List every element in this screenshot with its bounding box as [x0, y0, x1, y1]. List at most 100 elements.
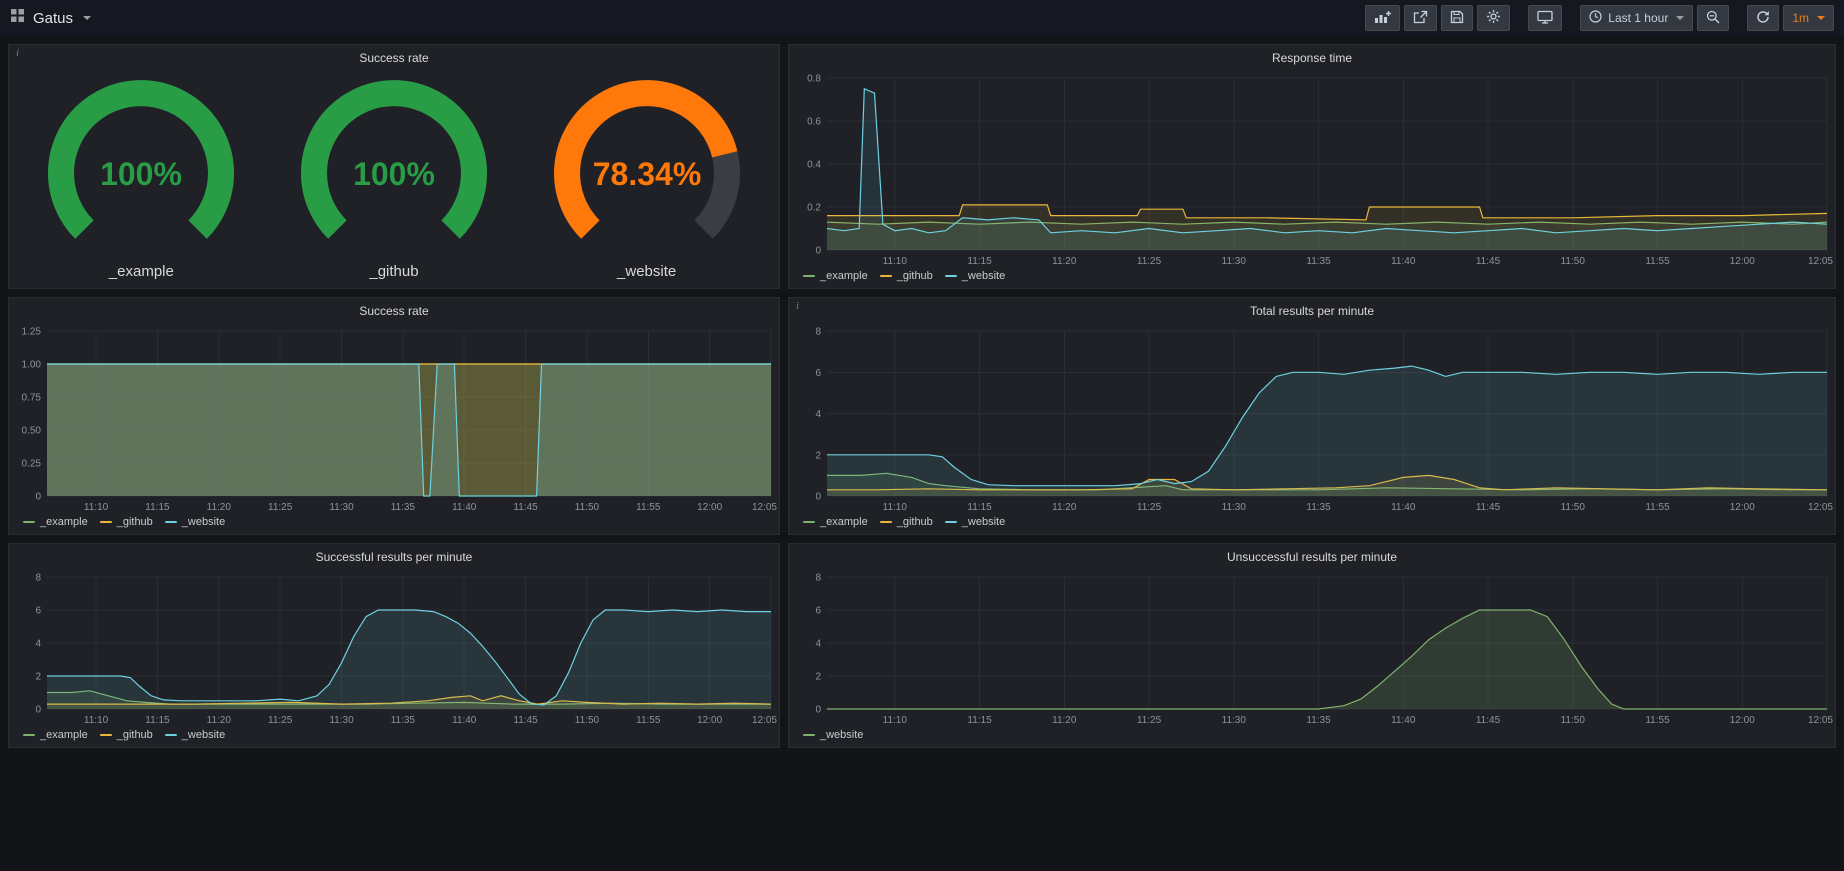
legend-item-_github[interactable]: _github	[100, 516, 153, 528]
svg-text:0: 0	[815, 246, 821, 257]
svg-text:12:05: 12:05	[1808, 715, 1833, 726]
legend-item-_website[interactable]: _website	[945, 516, 1005, 528]
svg-text:11:45: 11:45	[1476, 502, 1501, 513]
panel-info-icon[interactable]: i	[16, 47, 19, 59]
legend-item-_github[interactable]: _github	[880, 270, 933, 282]
dashboard-title-menu[interactable]: Gatus	[10, 8, 91, 28]
legend-color-swatch	[165, 521, 177, 523]
legend-label: _website	[182, 729, 225, 741]
share-button[interactable]	[1404, 5, 1437, 31]
legend-item-_example[interactable]: _example	[23, 516, 88, 528]
panel-title[interactable]: Total results per minute	[789, 298, 1835, 323]
panel-title[interactable]: Successful results per minute	[9, 544, 779, 569]
gauge-label: _example	[109, 263, 174, 280]
legend-label: _example	[40, 729, 88, 741]
time-series-chart[interactable]: 0246811:1011:1511:2011:2511:3011:3511:40…	[9, 569, 779, 727]
svg-text:11:55: 11:55	[636, 715, 661, 726]
svg-text:11:55: 11:55	[636, 502, 661, 513]
legend-item-_github[interactable]: _github	[100, 729, 153, 741]
svg-text:12:00: 12:00	[1730, 256, 1755, 267]
svg-text:12:00: 12:00	[1730, 502, 1755, 513]
legend-item-_website[interactable]: _website	[945, 270, 1005, 282]
panel-response-time: Response time 00.20.40.60.811:1011:1511:…	[788, 44, 1836, 289]
svg-text:0.6: 0.6	[807, 117, 821, 128]
svg-text:11:40: 11:40	[452, 715, 477, 726]
chart-legend: _example _github _website	[9, 514, 779, 534]
svg-text:11:30: 11:30	[329, 715, 354, 726]
svg-text:11:35: 11:35	[1306, 502, 1331, 513]
legend-item-_example[interactable]: _example	[803, 516, 868, 528]
settings-button[interactable]	[1477, 5, 1510, 31]
svg-text:6: 6	[35, 606, 41, 617]
svg-text:6: 6	[815, 606, 821, 617]
tv-mode-button[interactable]	[1528, 5, 1562, 31]
time-series-chart[interactable]: 00.250.500.751.001.2511:1011:1511:2011:2…	[9, 323, 779, 514]
refresh-icon	[1756, 10, 1770, 27]
svg-text:11:15: 11:15	[145, 715, 170, 726]
chart-svg: 0246811:1011:1511:2011:2511:3011:3511:40…	[789, 323, 1835, 514]
svg-text:11:35: 11:35	[1306, 256, 1331, 267]
chart-legend: _website	[789, 727, 1835, 747]
legend-item-_example[interactable]: _example	[803, 270, 868, 282]
legend-color-swatch	[880, 521, 892, 523]
svg-text:11:15: 11:15	[967, 256, 992, 267]
panel-info-icon[interactable]: i	[796, 300, 799, 312]
add-panel-button[interactable]	[1365, 5, 1400, 31]
svg-text:11:40: 11:40	[1391, 256, 1416, 267]
chart-legend: _example _github _website	[9, 727, 779, 747]
svg-text:11:20: 11:20	[1052, 256, 1077, 267]
svg-text:11:45: 11:45	[513, 715, 538, 726]
panel-title[interactable]: Success rate	[9, 45, 779, 70]
clock-icon	[1589, 10, 1602, 26]
panel-success-rate-gauges: i Success rate 100%_example100%_github78…	[8, 44, 780, 289]
legend-item-_example[interactable]: _example	[23, 729, 88, 741]
svg-text:0.8: 0.8	[807, 74, 821, 85]
time-range-label: Last 1 hour	[1608, 11, 1668, 25]
legend-item-_github[interactable]: _github	[880, 516, 933, 528]
svg-text:11:45: 11:45	[513, 502, 538, 513]
monitor-icon	[1537, 10, 1553, 27]
navbar-actions: Last 1 hour 1m	[1365, 5, 1834, 31]
legend-item-_website[interactable]: _website	[803, 729, 863, 741]
gear-icon	[1486, 9, 1501, 27]
svg-text:11:20: 11:20	[1052, 715, 1077, 726]
zoom-out-icon	[1706, 10, 1720, 27]
chart-svg: 0246811:1011:1511:2011:2511:3011:3511:40…	[9, 569, 779, 727]
svg-text:6: 6	[815, 368, 821, 379]
svg-text:11:55: 11:55	[1645, 256, 1670, 267]
save-button[interactable]	[1441, 5, 1473, 31]
legend-label: _example	[820, 516, 868, 528]
svg-text:4: 4	[35, 639, 41, 650]
svg-text:11:25: 11:25	[1137, 502, 1162, 513]
panel-title[interactable]: Success rate	[9, 298, 779, 323]
svg-text:11:35: 11:35	[391, 715, 416, 726]
time-series-chart[interactable]: 0246811:1011:1511:2011:2511:3011:3511:40…	[789, 323, 1835, 514]
svg-text:1.00: 1.00	[22, 360, 42, 371]
refresh-button[interactable]	[1747, 5, 1779, 31]
svg-text:11:35: 11:35	[391, 502, 416, 513]
time-range-button[interactable]: Last 1 hour	[1580, 5, 1693, 31]
time-series-chart[interactable]: 00.20.40.60.811:1011:1511:2011:2511:3011…	[789, 70, 1835, 268]
svg-text:11:25: 11:25	[1137, 256, 1162, 267]
time-series-chart[interactable]: 0246811:1011:1511:2011:2511:3011:3511:40…	[789, 569, 1835, 727]
panel-title[interactable]: Unsuccessful results per minute	[789, 544, 1835, 569]
svg-text:2: 2	[815, 672, 821, 683]
panel-title[interactable]: Response time	[789, 45, 1835, 70]
dashboard-grid: i Success rate 100%_example100%_github78…	[0, 36, 1844, 756]
svg-text:0.4: 0.4	[807, 160, 821, 171]
legend-item-_website[interactable]: _website	[165, 729, 225, 741]
svg-text:11:25: 11:25	[268, 502, 293, 513]
refresh-interval-dropdown[interactable]: 1m	[1783, 5, 1834, 31]
svg-text:11:50: 11:50	[575, 502, 600, 513]
zoom-out-button[interactable]	[1697, 5, 1729, 31]
dashboard-title: Gatus	[33, 10, 73, 27]
svg-text:11:45: 11:45	[1476, 256, 1501, 267]
legend-item-_website[interactable]: _website	[165, 516, 225, 528]
svg-text:12:00: 12:00	[1730, 715, 1755, 726]
legend-label: _website	[962, 270, 1005, 282]
svg-text:11:25: 11:25	[268, 715, 293, 726]
svg-text:8: 8	[35, 573, 41, 584]
legend-label: _example	[40, 516, 88, 528]
gauge-label: _github	[369, 263, 418, 280]
svg-text:11:15: 11:15	[145, 502, 170, 513]
